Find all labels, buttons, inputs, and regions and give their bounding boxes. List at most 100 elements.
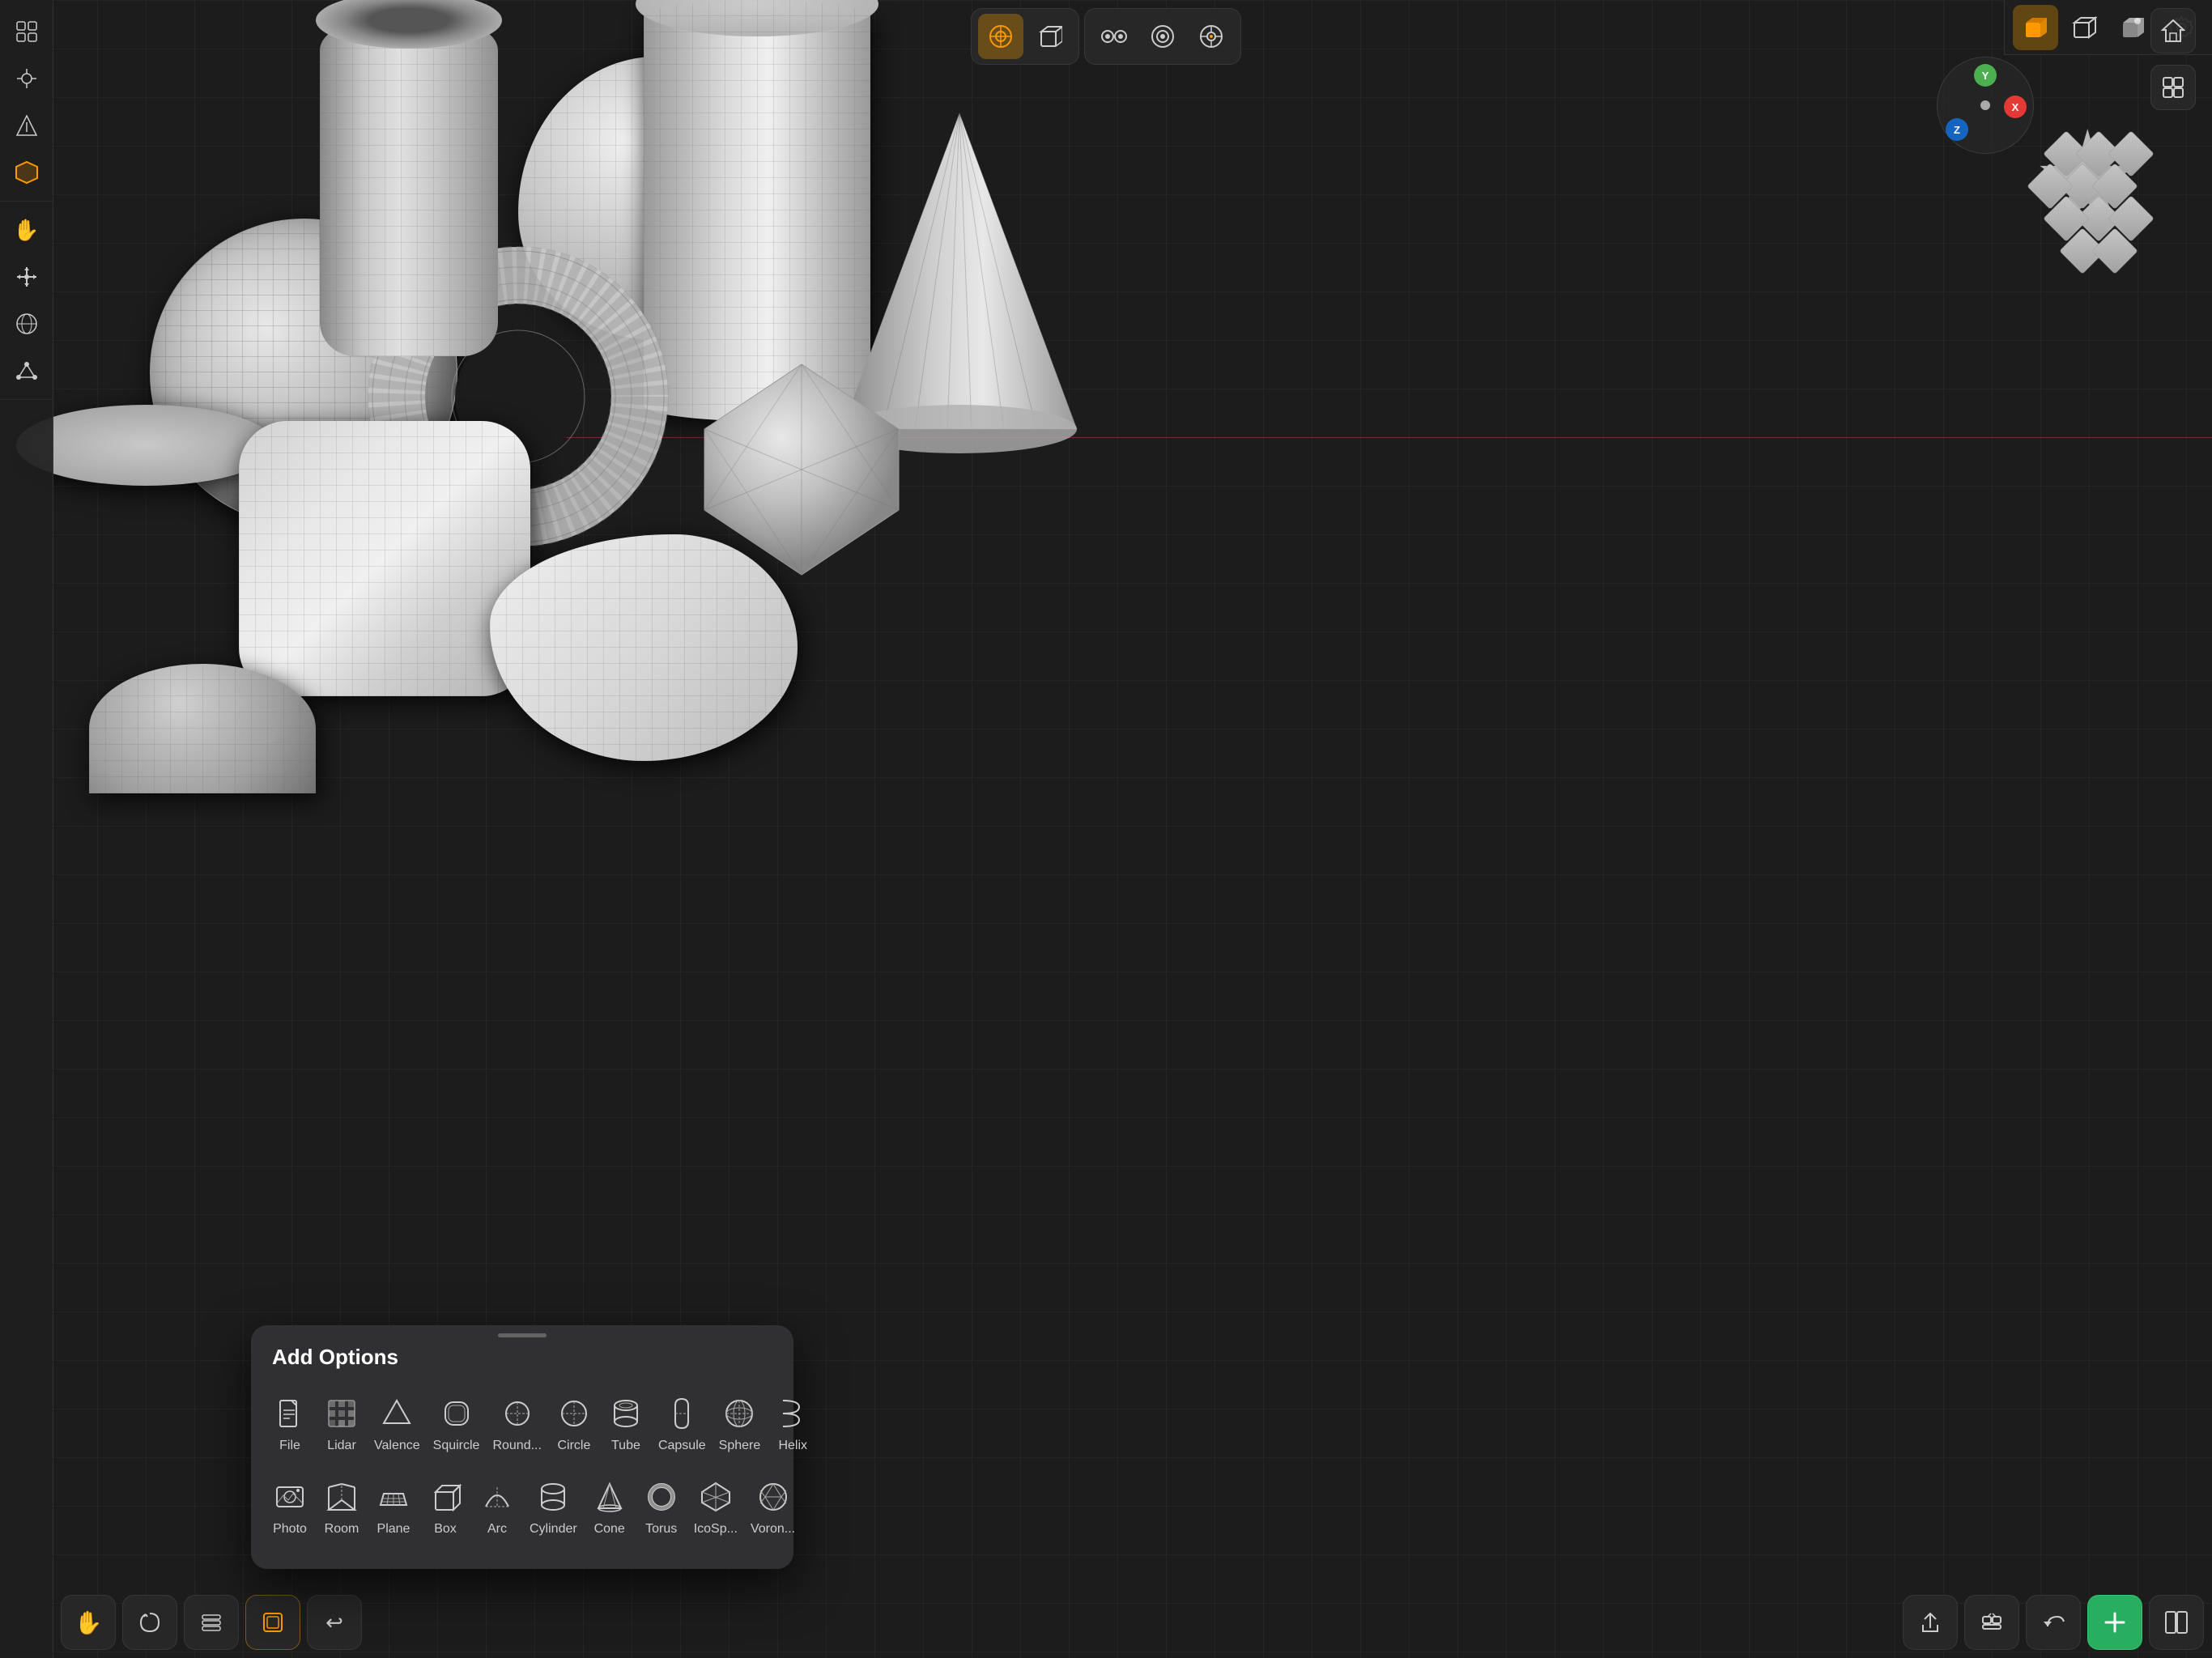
tool-hand[interactable]: ✋ xyxy=(6,209,48,251)
plane-icon xyxy=(374,1477,413,1516)
option-sphere[interactable]: Sphere xyxy=(716,1386,764,1461)
lidar-icon xyxy=(322,1394,361,1433)
home-button[interactable] xyxy=(2150,8,2196,53)
option-arc[interactable]: Arc xyxy=(474,1469,520,1545)
bl-btn-layers[interactable] xyxy=(184,1595,239,1650)
tool-globe[interactable] xyxy=(6,303,48,345)
option-capsule-label: Capsule xyxy=(658,1438,706,1453)
toolbar-bottom-right xyxy=(1903,1595,2204,1650)
option-voronoi-label: Voron... xyxy=(751,1521,795,1537)
option-valence[interactable]: Valence xyxy=(371,1386,423,1461)
toolbar-pill-2 xyxy=(1084,8,1241,65)
options-row-2: Photo Room xyxy=(267,1469,777,1545)
pill-btn-sphere-view[interactable] xyxy=(978,14,1023,59)
option-photo[interactable]: Photo xyxy=(267,1469,313,1545)
option-cone[interactable]: Cone xyxy=(587,1469,632,1545)
pill-btn-circles[interactable] xyxy=(1140,14,1185,59)
option-box[interactable]: Box xyxy=(423,1469,468,1545)
pill-btn-cube-view[interactable] xyxy=(1027,14,1072,59)
option-box-label: Box xyxy=(434,1521,457,1537)
rounded-cube-object xyxy=(239,421,530,696)
circle-icon xyxy=(555,1394,593,1433)
round-icon xyxy=(498,1394,537,1433)
axis-gizmo[interactable]: Y X Z xyxy=(1937,57,2034,154)
bl-btn-stack[interactable] xyxy=(245,1595,300,1650)
option-tube[interactable]: Tube xyxy=(603,1386,649,1461)
option-helix[interactable]: Helix xyxy=(770,1386,815,1461)
option-voronoi[interactable]: Voron... xyxy=(747,1469,798,1545)
bl-btn-lasso[interactable] xyxy=(122,1595,177,1650)
option-circle-label: Circle xyxy=(557,1438,590,1453)
sphere-icon xyxy=(720,1394,759,1433)
capsule-icon xyxy=(662,1394,701,1433)
toolbar-group-tools: ✋ xyxy=(0,206,53,400)
option-torus-label: Torus xyxy=(645,1521,677,1537)
option-squircle-label: Squircle xyxy=(433,1438,480,1453)
option-helix-label: Helix xyxy=(778,1438,807,1453)
photo-icon xyxy=(270,1477,309,1516)
option-torus[interactable]: Torus xyxy=(639,1469,684,1545)
toolbar-top-center xyxy=(971,8,1241,65)
option-cone-label: Cone xyxy=(594,1521,625,1537)
axis-center xyxy=(1980,100,1990,110)
option-round[interactable]: Round... xyxy=(489,1386,544,1461)
option-lidar[interactable]: Lidar xyxy=(319,1386,364,1461)
toolbar-left: ✋ xyxy=(0,0,53,1658)
voronoi-icon xyxy=(754,1477,793,1516)
option-cylinder[interactable]: Cylinder xyxy=(526,1469,581,1545)
tool-arrow-tl[interactable] xyxy=(6,104,48,147)
axis-y: Y xyxy=(1974,64,1997,87)
br-btn-share[interactable] xyxy=(1903,1595,1958,1650)
bl-btn-hand[interactable]: ✋ xyxy=(61,1595,116,1650)
toolbar-pill-1 xyxy=(971,8,1079,65)
add-options-panel: Add Options File xyxy=(251,1325,793,1569)
option-icosphere[interactable]: IcoSp... xyxy=(691,1469,741,1545)
bl-btn-back[interactable]: ↩ xyxy=(307,1595,362,1650)
option-squircle[interactable]: Squircle xyxy=(430,1386,483,1461)
option-lidar-label: Lidar xyxy=(327,1438,356,1453)
cone-icon xyxy=(590,1477,629,1516)
axis-z: Z xyxy=(1946,118,1968,141)
option-circle[interactable]: Circle xyxy=(551,1386,597,1461)
icosphere-icon xyxy=(696,1477,735,1516)
pill-btn-eyes[interactable] xyxy=(1091,14,1137,59)
tool-transform[interactable] xyxy=(6,256,48,298)
br-btn-shortcut[interactable] xyxy=(1964,1595,2019,1650)
option-valence-label: Valence xyxy=(374,1438,420,1453)
panel-drag-handle[interactable] xyxy=(498,1333,547,1337)
br-btn-add[interactable] xyxy=(2087,1595,2142,1650)
option-icosphere-label: IcoSp... xyxy=(694,1521,738,1537)
br-btn-undo[interactable] xyxy=(2026,1595,2081,1650)
option-file[interactable]: File xyxy=(267,1386,313,1461)
option-tube-label: Tube xyxy=(611,1438,640,1453)
tr-btn-cube-render[interactable] xyxy=(2110,5,2155,50)
pill-btn-target[interactable] xyxy=(1189,14,1234,59)
circle-disk-object xyxy=(16,405,275,486)
option-sphere-label: Sphere xyxy=(719,1438,761,1453)
blob-object xyxy=(490,534,798,761)
torus-icon xyxy=(642,1477,681,1516)
option-plane[interactable]: Plane xyxy=(371,1469,416,1545)
axis-x: X xyxy=(2004,96,2027,118)
arc-icon xyxy=(478,1477,517,1516)
option-room[interactable]: Room xyxy=(319,1469,364,1545)
option-round-label: Round... xyxy=(492,1438,541,1453)
options-row-1: File Lidar xyxy=(267,1386,777,1461)
cylinder-hollow-object xyxy=(320,16,498,356)
tr-btn-cube-wire[interactable] xyxy=(2061,5,2107,50)
tool-snap[interactable] xyxy=(6,57,48,100)
tool-orange-active[interactable] xyxy=(6,151,48,193)
tool-vertex[interactable] xyxy=(6,350,48,392)
toolbar-bottom-left: ✋ ↩ xyxy=(61,1595,362,1650)
file-icon xyxy=(270,1394,309,1433)
half-sphere-object xyxy=(89,664,316,793)
option-capsule[interactable]: Capsule xyxy=(655,1386,709,1461)
tool-grid[interactable] xyxy=(6,11,48,53)
toolbar-group-view xyxy=(0,8,53,202)
add-options-title: Add Options xyxy=(267,1345,777,1370)
viewport-corner-button[interactable] xyxy=(2150,65,2196,110)
br-btn-split[interactable] xyxy=(2149,1595,2204,1650)
tr-btn-cube-solid[interactable] xyxy=(2013,5,2058,50)
option-photo-label: Photo xyxy=(273,1521,307,1537)
room-icon xyxy=(322,1477,361,1516)
